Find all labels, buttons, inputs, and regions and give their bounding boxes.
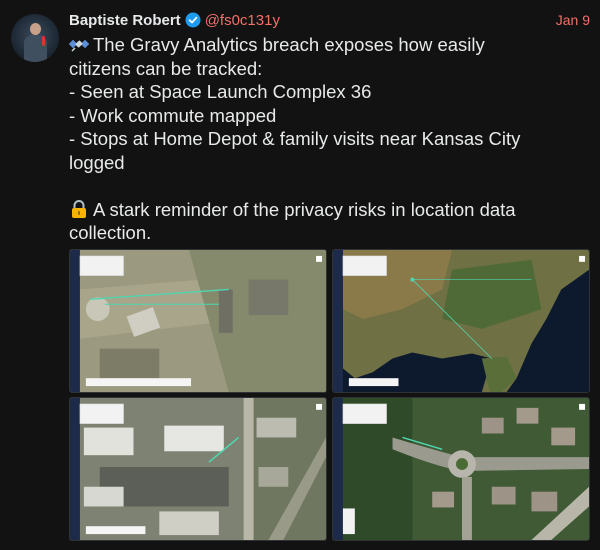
author-handle[interactable]: @fs0c131y <box>205 12 280 29</box>
tweet-text-line-0: The Gravy Analytics breach exposes how e… <box>93 34 485 55</box>
tweet-text-line-4: - Stops at Home Depot & family visits ne… <box>69 128 521 149</box>
satellite-map-icon <box>333 250 589 392</box>
verified-badge-icon <box>185 12 201 28</box>
tweet-text-line: A stark reminder of the privacy risks in… <box>69 198 589 222</box>
satellite-map-icon <box>70 250 326 392</box>
map-screenshot-us-southeast[interactable] <box>332 249 590 393</box>
author-display-name[interactable]: Baptiste Robert <box>69 12 181 29</box>
tweet-text-line: The Gravy Analytics breach exposes how e… <box>68 33 589 57</box>
satellite-map-icon <box>70 398 326 540</box>
satellite-emoji-icon <box>68 34 90 54</box>
tweet-text: The Gravy Analytics breach exposes how e… <box>68 33 589 245</box>
avatar[interactable] <box>11 14 59 62</box>
map-screenshot-neighborhood[interactable] <box>332 397 590 541</box>
media-grid <box>69 249 590 541</box>
tweet-header: Baptiste Robert @fs0c131y Jan 9 <box>69 10 590 30</box>
tweet-date[interactable]: Jan 9 <box>556 12 590 28</box>
tweet-text-line-8: collection. <box>69 222 152 243</box>
tweet-text-line-1: citizens can be tracked: <box>69 57 263 79</box>
tweet-text-line-5: logged <box>69 151 125 173</box>
satellite-map-icon <box>333 398 589 540</box>
tweet-text-line-7: A stark reminder of the privacy risks in… <box>93 198 516 220</box>
tweet-text-line-2: - Seen at Space Launch Complex 36 <box>69 81 372 102</box>
tweet[interactable]: Baptiste Robert @fs0c131y Jan 9 The Grav… <box>0 0 600 550</box>
map-screenshot-home-depot[interactable] <box>69 397 327 541</box>
lock-emoji-icon <box>69 199 89 219</box>
map-screenshot-launch-complex[interactable] <box>69 249 327 393</box>
tweet-text-line-3: - Work commute mapped <box>69 104 277 126</box>
